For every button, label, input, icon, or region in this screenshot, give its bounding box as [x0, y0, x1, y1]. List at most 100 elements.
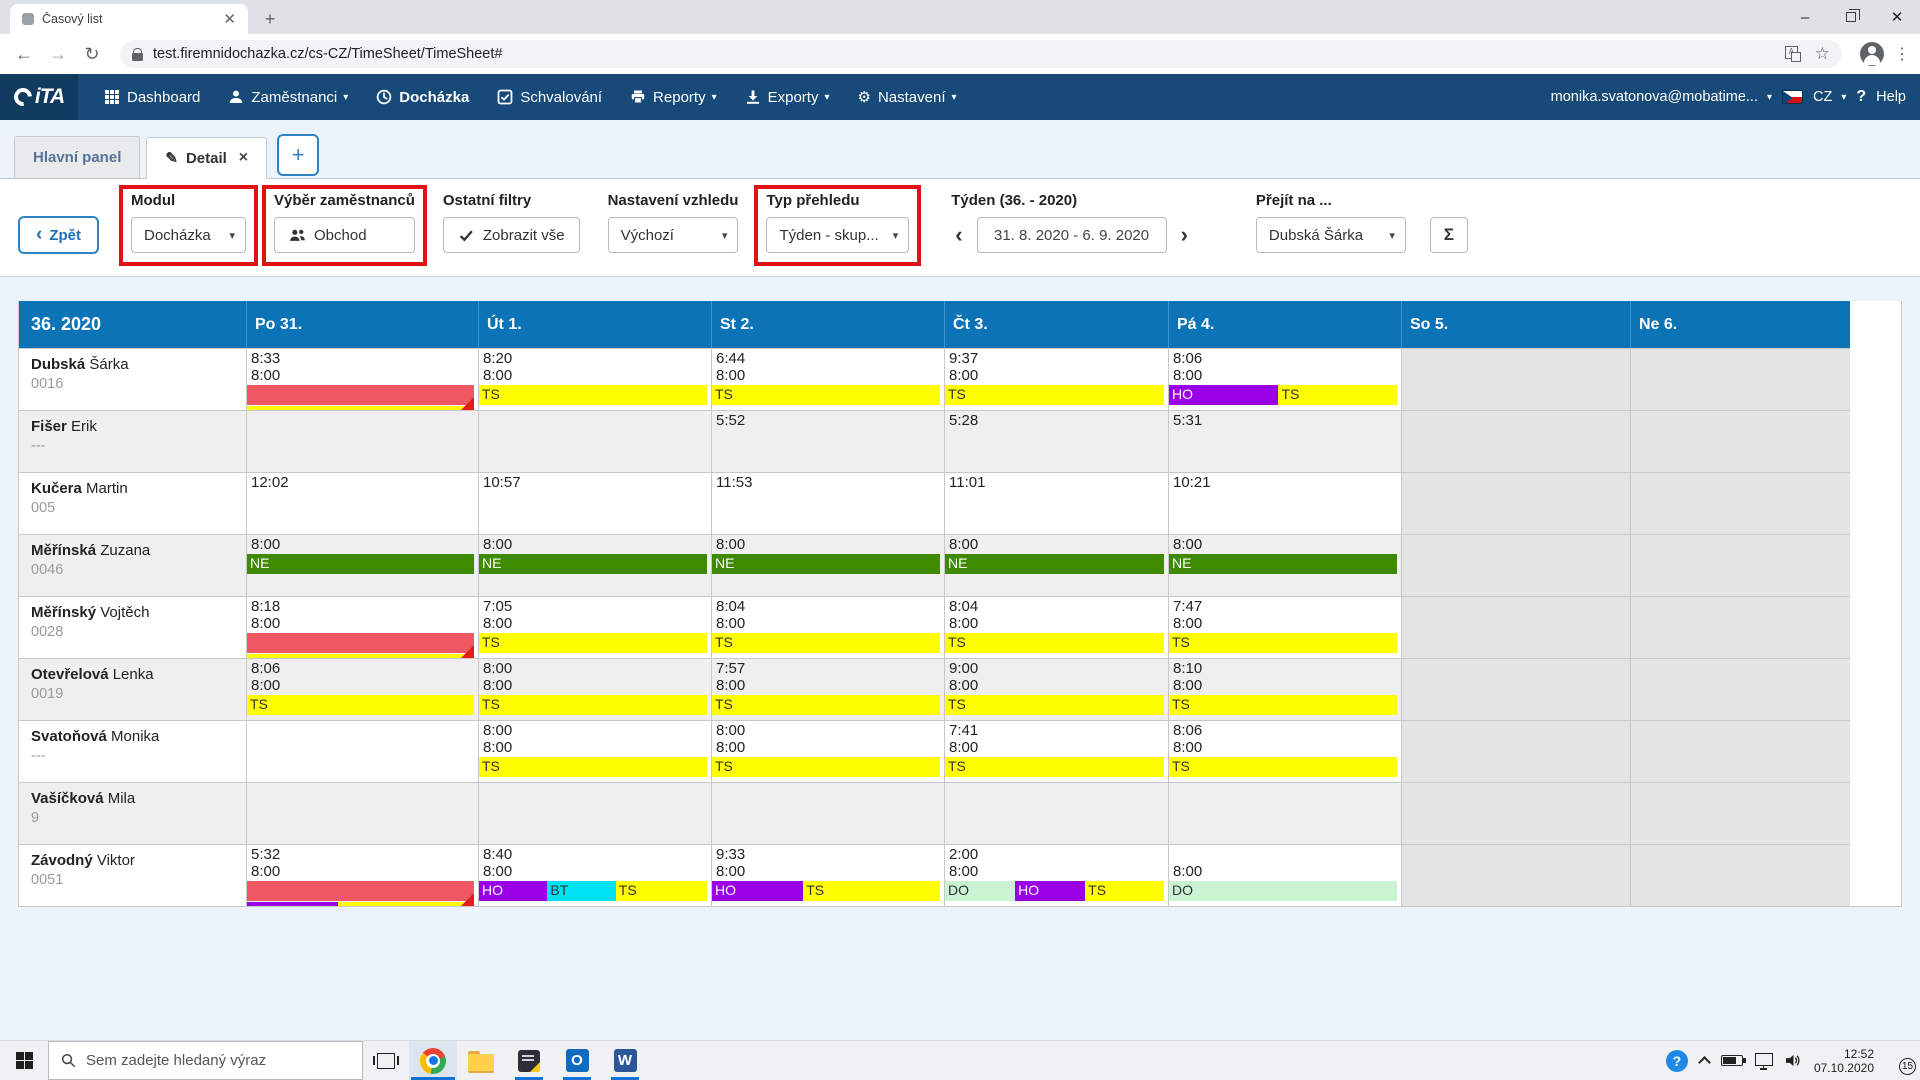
- day-cell[interactable]: 8:00NE: [944, 534, 1168, 596]
- weekend-cell-sat[interactable]: [1401, 534, 1630, 596]
- week-next-icon[interactable]: ›: [1177, 222, 1192, 248]
- appearance-select[interactable]: Výchozí▾: [608, 217, 739, 253]
- employee-cell[interactable]: Kučera Martin 005: [19, 472, 246, 534]
- taskbar-app-notes[interactable]: [505, 1041, 553, 1080]
- taskbar-clock[interactable]: 12:52 07.10.2020: [1814, 1047, 1874, 1075]
- action-center-icon[interactable]: 15: [1886, 1051, 1910, 1071]
- day-cell[interactable]: 8:00DO: [1168, 844, 1401, 906]
- address-bar[interactable]: test.firemnidochazka.cz/cs-CZ/TimeSheet/…: [120, 40, 1842, 68]
- weekend-cell-sun[interactable]: [1630, 720, 1850, 782]
- viewtype-select[interactable]: Týden - skup...▾: [766, 217, 909, 253]
- support-tray-icon[interactable]: ?: [1666, 1050, 1688, 1072]
- day-cell[interactable]: 8:408:00HOBTTS: [478, 844, 711, 906]
- employee-cell[interactable]: Závodný Viktor 0051: [19, 844, 246, 906]
- taskbar-app-explorer[interactable]: [457, 1041, 505, 1080]
- day-cell[interactable]: 8:008:00TS: [711, 720, 944, 782]
- day-cell[interactable]: 7:578:00TS: [711, 658, 944, 720]
- taskbar-search[interactable]: Sem zadejte hledaný výraz: [48, 1041, 363, 1080]
- employee-cell[interactable]: Fišer Erik ---: [19, 410, 246, 472]
- help-link[interactable]: Help: [1876, 89, 1906, 105]
- language-caret-icon[interactable]: ▾: [1841, 92, 1846, 103]
- forward-icon[interactable]: →: [44, 40, 72, 68]
- weekend-cell-sun[interactable]: [1630, 658, 1850, 720]
- day-cell[interactable]: 11:53: [711, 472, 944, 534]
- day-cell[interactable]: 8:008:00TS: [478, 720, 711, 782]
- battery-icon[interactable]: [1721, 1055, 1743, 1066]
- weekend-cell-sun[interactable]: [1630, 410, 1850, 472]
- employee-cell[interactable]: Svatoňová Monika ---: [19, 720, 246, 782]
- day-cell[interactable]: 9:378:00TS: [944, 348, 1168, 410]
- day-cell[interactable]: [478, 782, 711, 844]
- bookmark-star-icon[interactable]: ☆: [1815, 44, 1830, 64]
- nav-item-dochazka[interactable]: Docházka: [364, 74, 481, 120]
- new-tab-button[interactable]: +: [256, 5, 284, 33]
- day-cell[interactable]: [944, 782, 1168, 844]
- task-view-button[interactable]: [363, 1041, 409, 1080]
- profile-avatar[interactable]: [1860, 42, 1884, 66]
- day-cell[interactable]: 8:188:00TS: [246, 596, 478, 658]
- close-button[interactable]: ✕: [1874, 0, 1920, 34]
- week-range-input[interactable]: 31. 8. 2020 - 6. 9. 2020: [977, 217, 1167, 253]
- day-cell[interactable]: 8:208:00TS: [478, 348, 711, 410]
- other-button[interactable]: Zobrazit vše: [443, 217, 580, 253]
- sum-button[interactable]: Σ: [1430, 217, 1468, 253]
- user-caret-icon[interactable]: ▾: [1767, 92, 1772, 103]
- day-cell[interactable]: 8:00NE: [1168, 534, 1401, 596]
- weekend-cell-sat[interactable]: [1401, 472, 1630, 534]
- day-cell[interactable]: 8:048:00TS: [944, 596, 1168, 658]
- browser-menu-icon[interactable]: ⋮: [1894, 44, 1910, 64]
- day-cell[interactable]: 7:058:00TS: [478, 596, 711, 658]
- day-cell[interactable]: 8:00NE: [711, 534, 944, 596]
- employee-cell[interactable]: Otevřelová Lenka 0019: [19, 658, 246, 720]
- day-cell[interactable]: [246, 410, 478, 472]
- day-cell[interactable]: [1168, 782, 1401, 844]
- nav-item-zamestnanci[interactable]: Zaměstnanci▾: [216, 74, 360, 120]
- day-cell[interactable]: 9:008:00TS: [944, 658, 1168, 720]
- taskbar-app-chrome[interactable]: [409, 1041, 457, 1080]
- network-icon[interactable]: [1755, 1053, 1773, 1066]
- back-button[interactable]: ‹ Zpět: [18, 216, 99, 254]
- user-menu[interactable]: monika.svatonova@mobatime...: [1551, 89, 1758, 105]
- day-cell[interactable]: 8:00NE: [246, 534, 478, 596]
- week-prev-icon[interactable]: ‹: [951, 222, 966, 248]
- day-cell[interactable]: 6:448:00TS: [711, 348, 944, 410]
- employees-button[interactable]: Obchod: [274, 217, 415, 253]
- back-icon[interactable]: ←: [10, 40, 38, 68]
- weekend-cell-sat[interactable]: [1401, 596, 1630, 658]
- tab-detail[interactable]: ✎ Detail ×: [146, 137, 267, 179]
- tab-main-panel[interactable]: Hlavní panel: [14, 136, 140, 178]
- weekend-cell-sun[interactable]: [1630, 534, 1850, 596]
- volume-icon[interactable]: [1785, 1053, 1802, 1068]
- weekend-cell-sat[interactable]: [1401, 720, 1630, 782]
- language-selector[interactable]: CZ: [1813, 89, 1832, 105]
- weekend-cell-sun[interactable]: [1630, 782, 1850, 844]
- taskbar-app-word[interactable]: W: [601, 1041, 649, 1080]
- reload-icon[interactable]: ↻: [78, 40, 106, 68]
- weekend-cell-sun[interactable]: [1630, 348, 1850, 410]
- day-cell[interactable]: [711, 782, 944, 844]
- employee-cell[interactable]: Měřínská Zuzana 0046: [19, 534, 246, 596]
- day-cell[interactable]: [246, 782, 478, 844]
- translate-icon[interactable]: [1785, 46, 1801, 62]
- day-cell[interactable]: 11:01: [944, 472, 1168, 534]
- browser-tab[interactable]: Časový list ✕: [10, 4, 248, 34]
- start-button[interactable]: [0, 1041, 48, 1080]
- day-cell[interactable]: 5:52: [711, 410, 944, 472]
- day-cell[interactable]: 10:57: [478, 472, 711, 534]
- employee-cell[interactable]: Měřínský Vojtěch 0028: [19, 596, 246, 658]
- weekend-cell-sat[interactable]: [1401, 844, 1630, 906]
- nav-item-reporty[interactable]: Reporty▾: [618, 74, 729, 120]
- day-cell[interactable]: 8:048:00TS: [711, 596, 944, 658]
- day-cell[interactable]: [246, 720, 478, 782]
- taskbar-app-outlook[interactable]: O: [553, 1041, 601, 1080]
- day-cell[interactable]: 8:338:00TS: [246, 348, 478, 410]
- day-cell[interactable]: 7:478:00TS: [1168, 596, 1401, 658]
- day-cell[interactable]: 2:008:00DOHOTS: [944, 844, 1168, 906]
- weekend-cell-sat[interactable]: [1401, 410, 1630, 472]
- day-cell[interactable]: 8:068:00TS: [246, 658, 478, 720]
- day-cell[interactable]: 12:02: [246, 472, 478, 534]
- nav-item-nastaveni[interactable]: ⚙Nastavení▾: [846, 74, 969, 120]
- weekend-cell-sat[interactable]: [1401, 348, 1630, 410]
- weekend-cell-sun[interactable]: [1630, 472, 1850, 534]
- day-cell[interactable]: 5:328:00HOTS: [246, 844, 478, 906]
